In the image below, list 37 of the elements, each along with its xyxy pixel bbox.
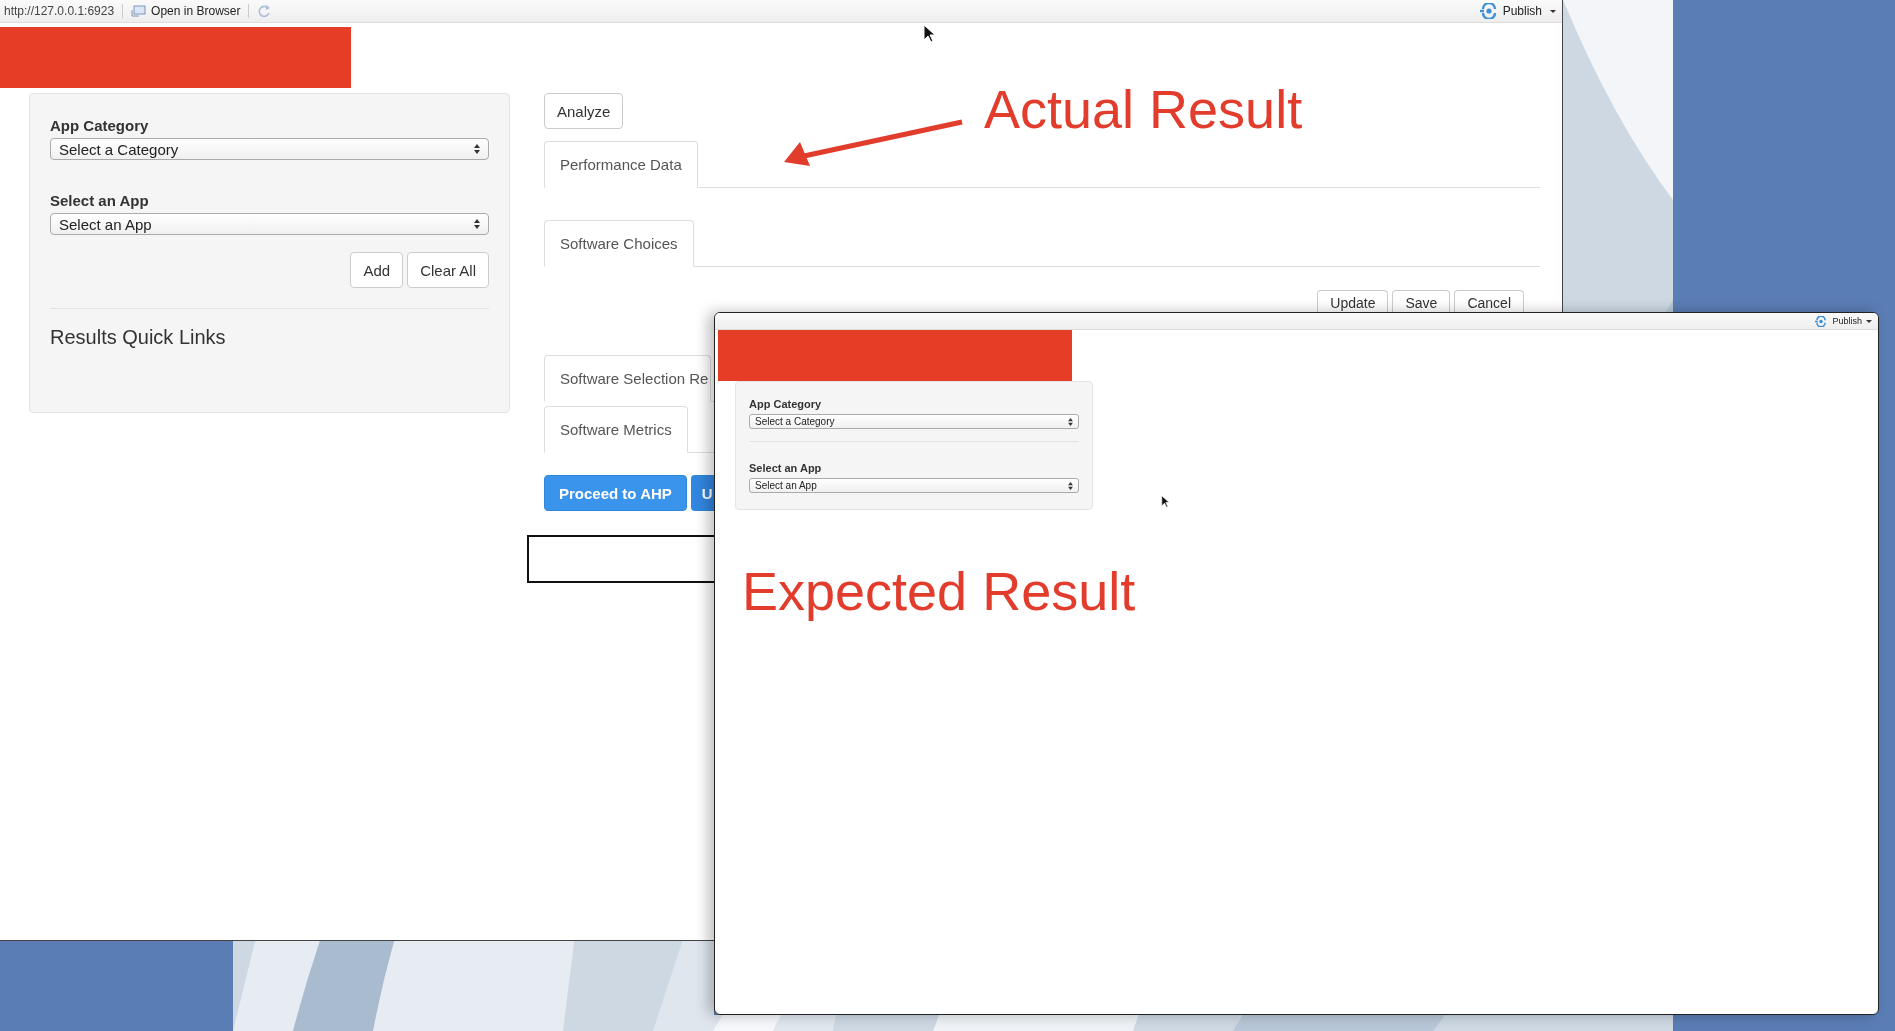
cursor-icon [923, 24, 936, 43]
updown-arrows-icon [1068, 417, 1073, 426]
cursor-icon [1161, 495, 1170, 508]
action-button[interactable]: Save [1392, 290, 1451, 313]
field-label: Select an App [50, 192, 150, 209]
action-button[interactable]: Cancel [1454, 290, 1524, 313]
annotation-text: Expected Result [742, 560, 1136, 622]
select-field[interactable]: Select an App [749, 478, 1079, 493]
tab[interactable]: Software Metrics [544, 406, 688, 453]
section-heading: Results Quick Links [50, 326, 227, 349]
field-label: App Category [749, 398, 823, 410]
updown-arrows-icon [474, 144, 480, 154]
select-field[interactable]: Select a Category [749, 414, 1079, 429]
caret-icon[interactable] [1866, 319, 1872, 323]
select-field[interactable]: Select a Category [50, 138, 489, 160]
open-in-browser-button[interactable]: Open in Browser [131, 4, 241, 18]
publish-icon [1479, 3, 1498, 19]
field-label: App Category [50, 117, 150, 134]
sidebar-button[interactable]: Clear All [407, 252, 489, 288]
sidebar-button[interactable]: Add [350, 252, 404, 288]
publish-button[interactable]: Publish [1479, 3, 1542, 19]
tab[interactable]: Performance Data [544, 141, 698, 188]
caret-icon[interactable] [1550, 9, 1556, 13]
tab[interactable]: Software Choices [544, 220, 694, 267]
primary-button[interactable]: U [690, 475, 714, 511]
url-text: http://127.0.0.1:6923 [4, 4, 115, 18]
annotation-text: Actual Result [984, 78, 1303, 140]
action-button[interactable]: Update [1317, 290, 1389, 313]
updown-arrows-icon [474, 219, 480, 229]
publish-button[interactable]: Publish [1815, 315, 1862, 327]
publish-icon [1815, 315, 1828, 327]
window-icon [131, 5, 147, 17]
select-field[interactable]: Select an App [50, 213, 489, 235]
field-label: Select an App [749, 462, 823, 474]
updown-arrows-icon [1068, 481, 1073, 490]
tab[interactable]: Software Selection Re [544, 355, 712, 402]
analyze-button[interactable]: Analyze [544, 93, 624, 129]
